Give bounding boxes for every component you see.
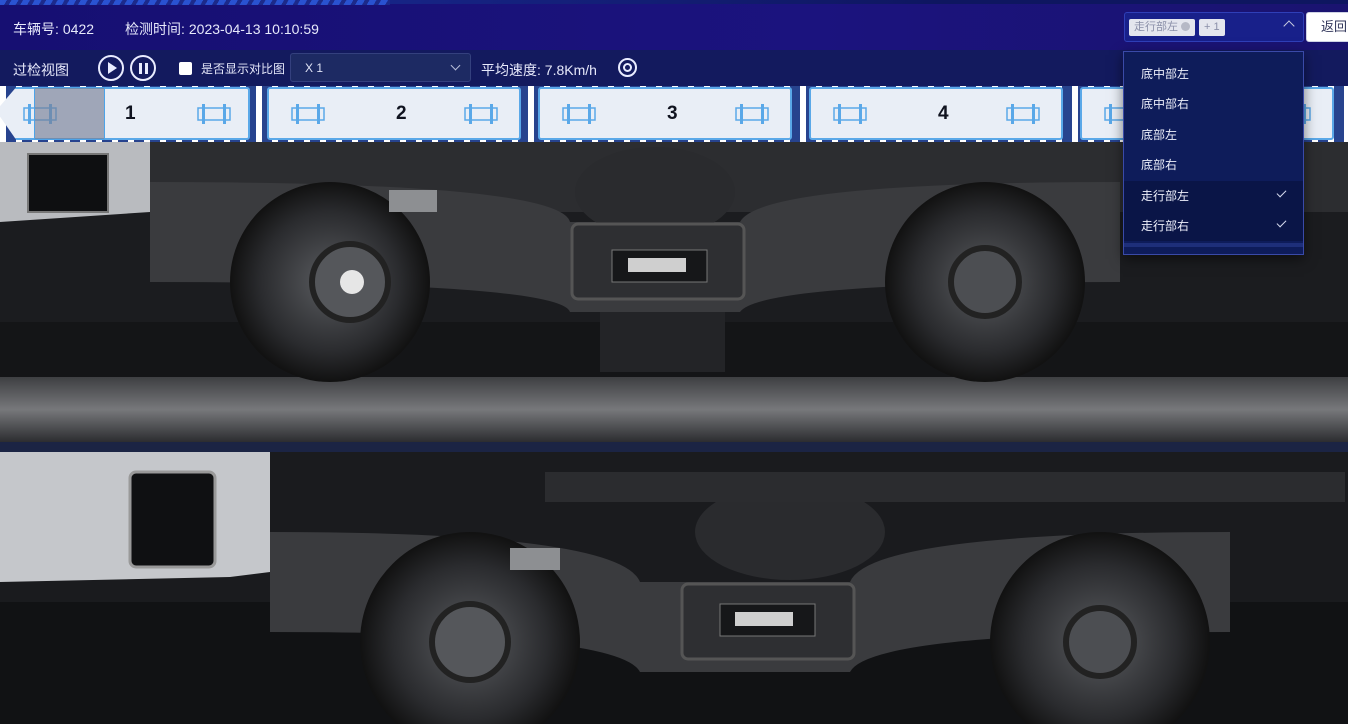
bogie-icon <box>1001 103 1045 125</box>
header-bar: 车辆号: 0422 检测时间: 2023-04-13 10:10:59 走行部左 +… <box>0 0 1348 50</box>
car-2[interactable]: 2 <box>267 87 521 140</box>
view-select[interactable]: 走行部左 + 1 <box>1124 12 1304 42</box>
dropdown-option-label: 走行部左 <box>1141 189 1190 203</box>
dropdown-option-selected[interactable]: 走行部左 <box>1124 181 1303 211</box>
dropdown-option-label: 底部左 <box>1141 128 1178 142</box>
vehicle-number-value: 0422 <box>62 21 95 37</box>
chevron-up-icon[interactable] <box>1283 20 1295 32</box>
speed-select-value: X 1 <box>305 61 324 75</box>
bogie-icon <box>459 103 503 125</box>
dropdown-option[interactable]: 底部右 <box>1124 150 1303 180</box>
inspection-time-label: 检测时间: <box>125 21 185 37</box>
chevron-down-icon <box>450 60 461 71</box>
selected-tag-label: 走行部左 <box>1134 21 1178 33</box>
image-separator <box>0 442 1348 452</box>
play-icon <box>108 62 117 74</box>
average-speed-label: 平均速度: <box>481 62 541 78</box>
view-title: 过检视图 <box>13 62 69 78</box>
car-number: 4 <box>938 103 949 124</box>
average-speed: 平均速度: 7.8Km/h <box>481 60 597 80</box>
bogie-icon <box>192 103 236 125</box>
speed-select[interactable]: X 1 <box>290 53 471 82</box>
pause-icon <box>139 63 142 74</box>
pause-button[interactable] <box>130 55 156 81</box>
selected-tag[interactable]: 走行部左 <box>1129 19 1195 36</box>
dropdown-scroll-indicator <box>1124 243 1303 247</box>
dropdown-option[interactable]: 底中部右 <box>1124 89 1303 119</box>
dropdown-option[interactable]: 底部左 <box>1124 120 1303 150</box>
pause-icon-bar <box>145 63 148 74</box>
car-4[interactable]: 4 <box>809 87 1063 140</box>
check-icon <box>1276 217 1287 228</box>
car-3[interactable]: 3 <box>538 87 792 140</box>
car-number: 2 <box>396 103 407 124</box>
tag-close-icon[interactable] <box>1181 22 1190 31</box>
locate-icon[interactable] <box>618 58 637 77</box>
car-number: 1 <box>125 103 136 124</box>
header-decoration <box>0 0 390 5</box>
compare-checkbox[interactable] <box>179 62 192 75</box>
compare-checkbox-label: 是否显示对比图 <box>201 62 286 76</box>
inspection-image-right[interactable] <box>0 452 1348 724</box>
average-speed-value: 7.8Km/h <box>544 62 597 78</box>
dropdown-option[interactable]: 底中部左 <box>1124 59 1303 89</box>
bogie-icon <box>286 103 330 125</box>
bogie-icon <box>730 103 774 125</box>
dropdown-option-selected[interactable]: 走行部右 <box>1124 211 1303 241</box>
inspection-time: 检测时间: 2023-04-13 10:10:59 <box>125 19 319 39</box>
play-button[interactable] <box>98 55 124 81</box>
bogie-icon <box>557 103 601 125</box>
dropdown-option-label: 底中部左 <box>1141 67 1190 81</box>
view-dropdown: 底中部左 底中部右 底部左 底部右 走行部左 走行部右 <box>1123 51 1304 255</box>
dropdown-option-label: 底部右 <box>1141 158 1178 172</box>
dropdown-option-label: 走行部右 <box>1141 219 1190 233</box>
extra-tag-count: + 1 <box>1199 19 1225 36</box>
inspection-time-value: 2023-04-13 10:10:59 <box>188 21 319 37</box>
current-position-marker[interactable] <box>34 87 105 140</box>
undercarriage-image <box>0 452 1348 724</box>
bogie-icon <box>828 103 872 125</box>
vehicle-number-label: 车辆号: <box>13 21 59 37</box>
dropdown-option-label: 底中部右 <box>1141 97 1190 111</box>
car-number: 3 <box>667 103 678 124</box>
back-button[interactable]: 返回 <box>1306 12 1348 42</box>
vehicle-number: 车辆号: 0422 <box>13 19 94 39</box>
check-icon <box>1276 187 1287 198</box>
